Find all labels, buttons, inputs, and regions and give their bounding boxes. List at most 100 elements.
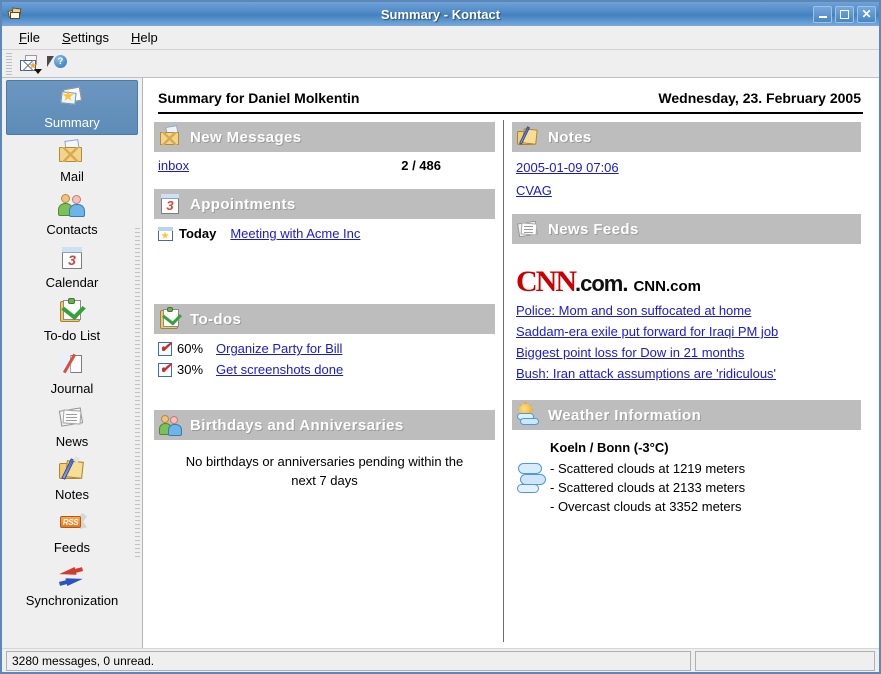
sidebar-item-feeds[interactable]: RSS Feeds	[6, 506, 138, 559]
status-secondary	[695, 651, 875, 671]
new-mail-button[interactable]	[16, 52, 44, 76]
sidebar-item-contacts[interactable]: Contacts	[6, 188, 138, 241]
page-title: Summary for Daniel Molkentin	[158, 90, 359, 106]
cnn-logo-red: CNN	[516, 265, 575, 298]
calendar-day-number: 3	[62, 252, 82, 269]
sidebar-item-label: Journal	[51, 381, 94, 397]
whats-this-button[interactable]: ?	[44, 52, 72, 76]
appointment-link[interactable]: Meeting with Acme Inc	[230, 226, 360, 241]
maximize-button[interactable]	[835, 6, 854, 23]
section-title: To-dos	[190, 311, 241, 328]
sync-icon	[55, 562, 89, 592]
mail-icon	[158, 125, 184, 149]
weather-condition-line: - Scattered clouds at 2133 meters	[550, 478, 745, 497]
sidebar-item-calendar[interactable]: 3 Calendar	[6, 241, 138, 294]
status-bar: 3280 messages, 0 unread.	[2, 648, 879, 672]
weather-icon	[516, 403, 542, 427]
status-message: 3280 messages, 0 unread.	[6, 651, 691, 671]
sidebar-item-label: Mail	[60, 169, 84, 185]
birthdays-empty-text: No birthdays or anniversaries pending wi…	[154, 444, 495, 498]
todo-check-glyph: ✔	[159, 362, 172, 375]
summary-header: Summary for Daniel Molkentin Wednesday, …	[144, 78, 879, 112]
current-date: Wednesday, 23. February 2005	[658, 90, 861, 106]
contacts-icon	[158, 413, 184, 437]
sidebar: Summary Mail Contacts 3 Calendar To-do L…	[2, 78, 143, 648]
sidebar-item-todo-list[interactable]: To-do List	[6, 294, 138, 347]
summary-view: Summary for Daniel Molkentin Wednesday, …	[143, 78, 879, 648]
todo-icon	[55, 297, 89, 327]
todo-checkbox[interactable]: ✔	[158, 363, 172, 377]
journal-icon	[55, 350, 89, 380]
feed-headline-list: Police: Mom and son suffocated at home S…	[512, 300, 861, 384]
todo-row: ✔ 30% Get screenshots done	[154, 359, 495, 380]
notes-icon	[55, 456, 89, 486]
feed-headline-link[interactable]: Saddam-era exile put forward for Iraqi P…	[512, 321, 861, 342]
window-controls: ✕	[813, 6, 876, 23]
close-button[interactable]: ✕	[857, 6, 876, 23]
menu-file[interactable]: File	[10, 28, 49, 47]
tool-bar: ?	[2, 50, 879, 78]
section-header-news-feeds: News Feeds	[512, 214, 861, 244]
todo-percent: 60%	[177, 341, 211, 356]
menu-file-rest: ile	[27, 30, 40, 45]
menu-help-rest: elp	[140, 30, 157, 45]
sidebar-item-label: Calendar	[46, 275, 99, 291]
note-link[interactable]: 2005-01-09 07:06	[512, 156, 861, 179]
notes-list: 2005-01-09 07:06 CVAG	[512, 156, 861, 202]
todo-row: ✔ 60% Organize Party for Bill	[154, 338, 495, 359]
calendar-icon: 3	[55, 244, 89, 274]
appointment-when: Today	[179, 226, 216, 241]
sidebar-item-news[interactable]: News	[6, 400, 138, 453]
calendar-day-number: 3	[161, 198, 179, 214]
appointment-date-icon	[158, 227, 173, 241]
minimize-button[interactable]	[813, 6, 832, 23]
section-header-notes: Notes	[512, 122, 861, 152]
section-header-todos: To-dos	[154, 304, 495, 334]
menu-settings-rest: ettings	[71, 30, 109, 45]
rss-icon: RSS	[55, 509, 89, 539]
news-icon	[55, 403, 89, 433]
todo-link[interactable]: Organize Party for Bill	[216, 341, 342, 356]
weather-condition-line: - Overcast clouds at 3352 meters	[550, 497, 745, 516]
todo-link[interactable]: Get screenshots done	[216, 362, 343, 377]
whats-this-icon: ?	[47, 55, 69, 73]
sidebar-item-label: Contacts	[46, 222, 97, 238]
sidebar-item-label: Notes	[55, 487, 89, 503]
toolbar-grip[interactable]	[6, 53, 12, 75]
summary-left-column: New Messages inbox 2 / 486 3 Appointment…	[144, 114, 503, 648]
menu-settings[interactable]: Settings	[53, 28, 118, 47]
mail-folder-link[interactable]: inbox	[158, 158, 189, 173]
notes-icon	[516, 125, 542, 149]
sidebar-item-label: Summary	[44, 115, 100, 131]
todo-checkbox[interactable]: ✔	[158, 342, 172, 356]
section-title: Notes	[548, 129, 592, 146]
sidebar-scroll-cue[interactable]	[135, 228, 140, 558]
weather-station: Koeln / Bonn (-3°C)	[512, 434, 861, 457]
sidebar-item-synchronization[interactable]: Synchronization	[6, 559, 138, 612]
sidebar-item-label: Synchronization	[26, 593, 119, 609]
sidebar-item-notes[interactable]: Notes	[6, 453, 138, 506]
feed-brand: CNN.com. CNN.com	[512, 262, 861, 300]
summary-icon	[55, 84, 89, 114]
summary-columns: New Messages inbox 2 / 486 3 Appointment…	[144, 114, 879, 648]
news-icon	[516, 217, 542, 241]
note-link[interactable]: CVAG	[512, 179, 861, 202]
weather-condition-line: - Scattered clouds at 1219 meters	[550, 459, 745, 478]
title-bar[interactable]: Summary - Kontact ✕	[2, 2, 879, 26]
sidebar-item-label: Feeds	[54, 540, 90, 556]
sidebar-item-journal[interactable]: Journal	[6, 347, 138, 400]
new-messages-row: inbox 2 / 486	[154, 156, 495, 175]
menu-help[interactable]: Help	[122, 28, 167, 47]
summary-right-column: Notes 2005-01-09 07:06 CVAG News Feeds C…	[504, 114, 879, 648]
kontact-icon	[7, 6, 25, 22]
window-title: Summary - Kontact	[2, 7, 879, 22]
sidebar-item-summary[interactable]: Summary	[6, 80, 138, 135]
feed-headline-link[interactable]: Police: Mom and son suffocated at home	[512, 300, 861, 321]
sidebar-item-label: News	[56, 434, 89, 450]
section-title: New Messages	[190, 129, 302, 146]
feed-headline-link[interactable]: Bush: Iran attack assumptions are 'ridic…	[512, 363, 861, 384]
feed-headline-link[interactable]: Biggest point loss for Dow in 21 months	[512, 342, 861, 363]
weather-conditions: - Scattered clouds at 1219 meters - Scat…	[550, 457, 745, 516]
sidebar-item-mail[interactable]: Mail	[6, 135, 138, 188]
rss-badge: RSS	[60, 516, 81, 528]
